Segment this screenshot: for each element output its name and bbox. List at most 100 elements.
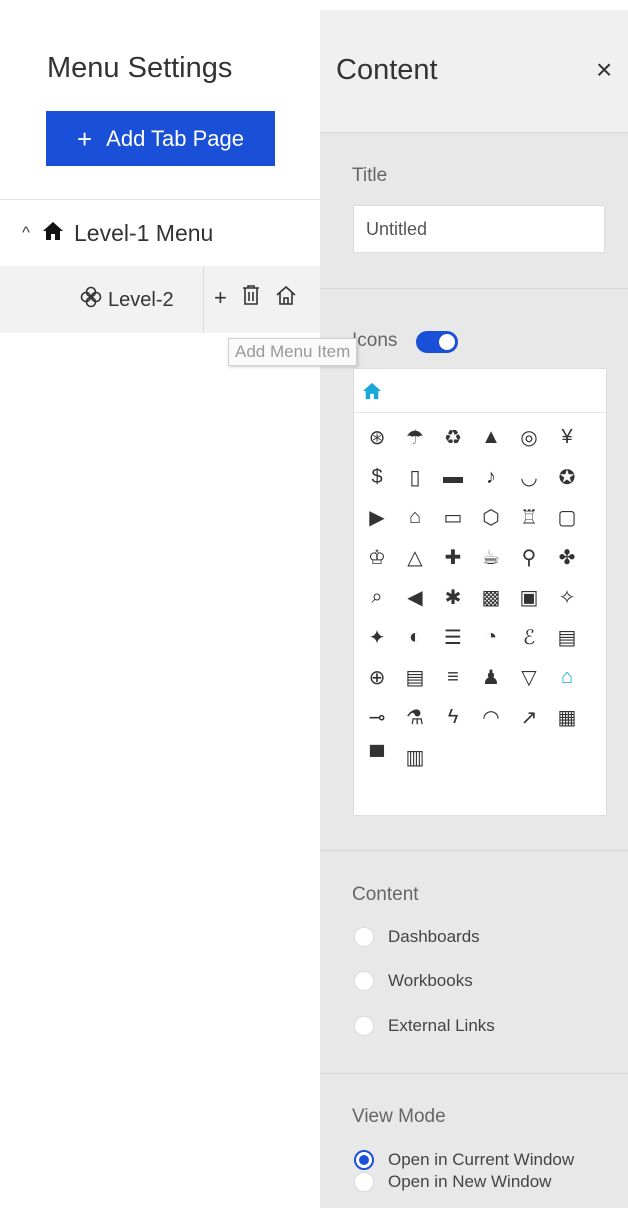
section-divider — [320, 850, 628, 851]
live-icon[interactable]: ▬ — [435, 457, 471, 497]
laptop-icon[interactable]: ▭ — [435, 497, 471, 537]
filter-icon[interactable]: ▽ — [511, 657, 547, 697]
globe-icon[interactable]: ⊕ — [359, 657, 395, 697]
shirt-icon[interactable]: ♖ — [511, 497, 547, 537]
radio-button-selected[interactable] — [354, 1150, 374, 1170]
content-panel-title: Content — [336, 54, 438, 86]
flask-icon[interactable]: ⚗ — [397, 697, 433, 737]
selected-icon-preview — [354, 369, 606, 413]
home-icon[interactable]: ⌂ — [549, 657, 585, 697]
icons-label: Icons — [352, 330, 398, 351]
radio-button[interactable] — [354, 1016, 374, 1036]
speedometer-icon[interactable]: ◔ — [473, 617, 509, 657]
chart-frame-icon[interactable]: ▣ — [511, 577, 547, 617]
set-home-icon[interactable] — [275, 284, 297, 312]
menu-item-level-2[interactable]: Level-2 + — [0, 266, 320, 333]
radio-button[interactable] — [354, 1172, 374, 1192]
close-icon[interactable]: × — [596, 54, 612, 86]
content-option-external-links[interactable]: External Links — [354, 1016, 495, 1036]
bear-icon[interactable]: ◡ — [511, 457, 547, 497]
section-divider — [320, 1073, 628, 1074]
chef-hat-icon[interactable]: ♔ — [359, 537, 395, 577]
form-icon[interactable]: ▤ — [549, 617, 585, 657]
content-option-workbooks[interactable]: Workbooks — [354, 971, 473, 991]
toggle-knob — [439, 334, 455, 350]
content-panel-header: Content × — [320, 10, 628, 133]
puzzle-icon[interactable]: ✦ — [359, 617, 395, 657]
content-option-dashboards[interactable]: Dashboards — [354, 927, 480, 947]
dress-icon[interactable]: △ — [397, 537, 433, 577]
view-mode-option-label: Open in New Window — [388, 1172, 552, 1191]
add-menu-item-icon[interactable]: + — [214, 285, 227, 311]
presentation-icon[interactable]: ▥ — [397, 737, 433, 777]
add-menu-item-tooltip: Add Menu Item — [228, 338, 358, 366]
umbrella-icon[interactable]: ☂ — [397, 417, 433, 457]
icons-toggle[interactable] — [416, 331, 458, 353]
recycle-icon[interactable]: ♻ — [435, 417, 471, 457]
calendar-icon[interactable]: ▩ — [473, 577, 509, 617]
title-label: Title — [352, 165, 388, 186]
menu-settings-title: Menu Settings — [47, 52, 233, 84]
box-icon[interactable]: ⬡ — [473, 497, 509, 537]
lightning-icon[interactable]: ϟ — [435, 697, 471, 737]
mobile-icon[interactable]: ▯ — [397, 457, 433, 497]
collapse-caret-icon[interactable]: ^ — [22, 223, 30, 243]
menu-settings-pane: Menu Settings + Add Tab Page ^ Level-1 M… — [0, 0, 358, 1208]
row-divider — [203, 266, 204, 333]
window-icon[interactable]: ▢ — [549, 497, 585, 537]
asterisk-icon[interactable]: ✱ — [435, 577, 471, 617]
list-icon[interactable]: ≡ — [435, 657, 471, 697]
delete-icon[interactable] — [241, 284, 261, 312]
view-mode-new-window[interactable]: Open in New Window — [354, 1172, 551, 1192]
content-panel: Content × Title Icons ⊛☂♻▲◎¥$▯▬♪◡✪▶⌂▭⬡♖▢… — [320, 10, 628, 1208]
growth-chart-icon[interactable]: ↗ — [511, 697, 547, 737]
radio-button[interactable] — [354, 971, 374, 991]
toggle-icon[interactable]: ◐ — [397, 617, 433, 657]
basketball-icon[interactable]: ⊛ — [359, 417, 395, 457]
menu-item-level-1[interactable]: ^ Level-1 Menu — [0, 199, 320, 267]
yen-coin-icon[interactable]: ¥ — [549, 417, 585, 457]
commit-icon[interactable]: ⊸ — [359, 697, 395, 737]
title-input[interactable] — [353, 205, 605, 253]
content-option-label: Workbooks — [388, 971, 473, 990]
add-tab-page-label: Add Tab Page — [106, 125, 244, 151]
gamepad-icon[interactable]: ✚ — [435, 537, 471, 577]
clover-icon — [80, 286, 102, 314]
radio-button[interactable] — [354, 927, 374, 947]
store-icon[interactable]: ▀ — [359, 737, 395, 777]
icon-grid: ⊛ ☂ ♻ ▲ ◎ ¥ $ ▯ ▬ ♪ ◡ ✪ ▶ ⌂ ▭ ⬡ ♖ ▢ ♔ △ ✚ ☕ ⚲ ✤ ⌕ ◀ ✱ ▩ ▣ ✧ ✦ ◐ ☰ ◔ ℰ ▤ ⊕ ▤ ≡ ♟… — [354, 413, 606, 777]
star-circle-icon[interactable]: ✪ — [549, 457, 585, 497]
film-icon[interactable]: ▶ — [359, 497, 395, 537]
database-icon[interactable]: ☰ — [435, 617, 471, 657]
view-mode-option-label: Open in Current Window — [388, 1150, 575, 1169]
home-icon — [42, 220, 64, 247]
backpack-icon[interactable]: ⌂ — [397, 497, 433, 537]
document-icon[interactable]: ▤ — [397, 657, 433, 697]
view-mode-label: View Mode — [352, 1106, 446, 1127]
mountain-icon[interactable]: ▲ — [473, 417, 509, 457]
plus-icon: + — [76, 123, 93, 154]
megaphone-icon[interactable]: ◀ — [397, 577, 433, 617]
cutlery-icon[interactable]: ⚲ — [511, 537, 547, 577]
stethoscope-icon[interactable]: ℰ — [511, 617, 547, 657]
disc-icon[interactable]: ◎ — [511, 417, 547, 457]
view-mode-current-window[interactable]: Open in Current Window — [354, 1150, 574, 1170]
content-option-label: Dashboards — [388, 927, 480, 946]
gauge-icon[interactable]: ◠ — [473, 697, 509, 737]
menu-item-level-2-label: Level-2 — [108, 288, 174, 311]
add-tab-page-button[interactable]: + Add Tab Page — [46, 111, 275, 166]
content-section-label: Content — [352, 884, 419, 905]
click-icon[interactable]: ✧ — [549, 577, 585, 617]
home-icon — [363, 382, 381, 399]
money-bag-icon[interactable]: $ — [359, 457, 395, 497]
grid-table-icon[interactable]: ▦ — [549, 697, 585, 737]
people-icon[interactable]: ♟ — [473, 657, 509, 697]
icon-picker: ⊛ ☂ ♻ ▲ ◎ ¥ $ ▯ ▬ ♪ ◡ ✪ ▶ ⌂ ▭ ⬡ ♖ ▢ ♔ △ ✚ ☕ ⚲ ✤ ⌕ ◀ ✱ ▩ ▣ ✧ ✦ ◐ ☰ ◔ ℰ ▤ ⊕ ▤ ≡ ♟… — [353, 368, 607, 816]
menu-item-level-1-label: Level-1 Menu — [73, 219, 214, 246]
content-option-label: External Links — [388, 1016, 495, 1035]
music-icon[interactable]: ♪ — [473, 457, 509, 497]
cup-icon[interactable]: ☕ — [473, 537, 509, 577]
doc-search-icon[interactable]: ⌕ — [359, 577, 395, 617]
clover-icon[interactable]: ✤ — [549, 537, 585, 577]
section-divider — [320, 288, 628, 289]
